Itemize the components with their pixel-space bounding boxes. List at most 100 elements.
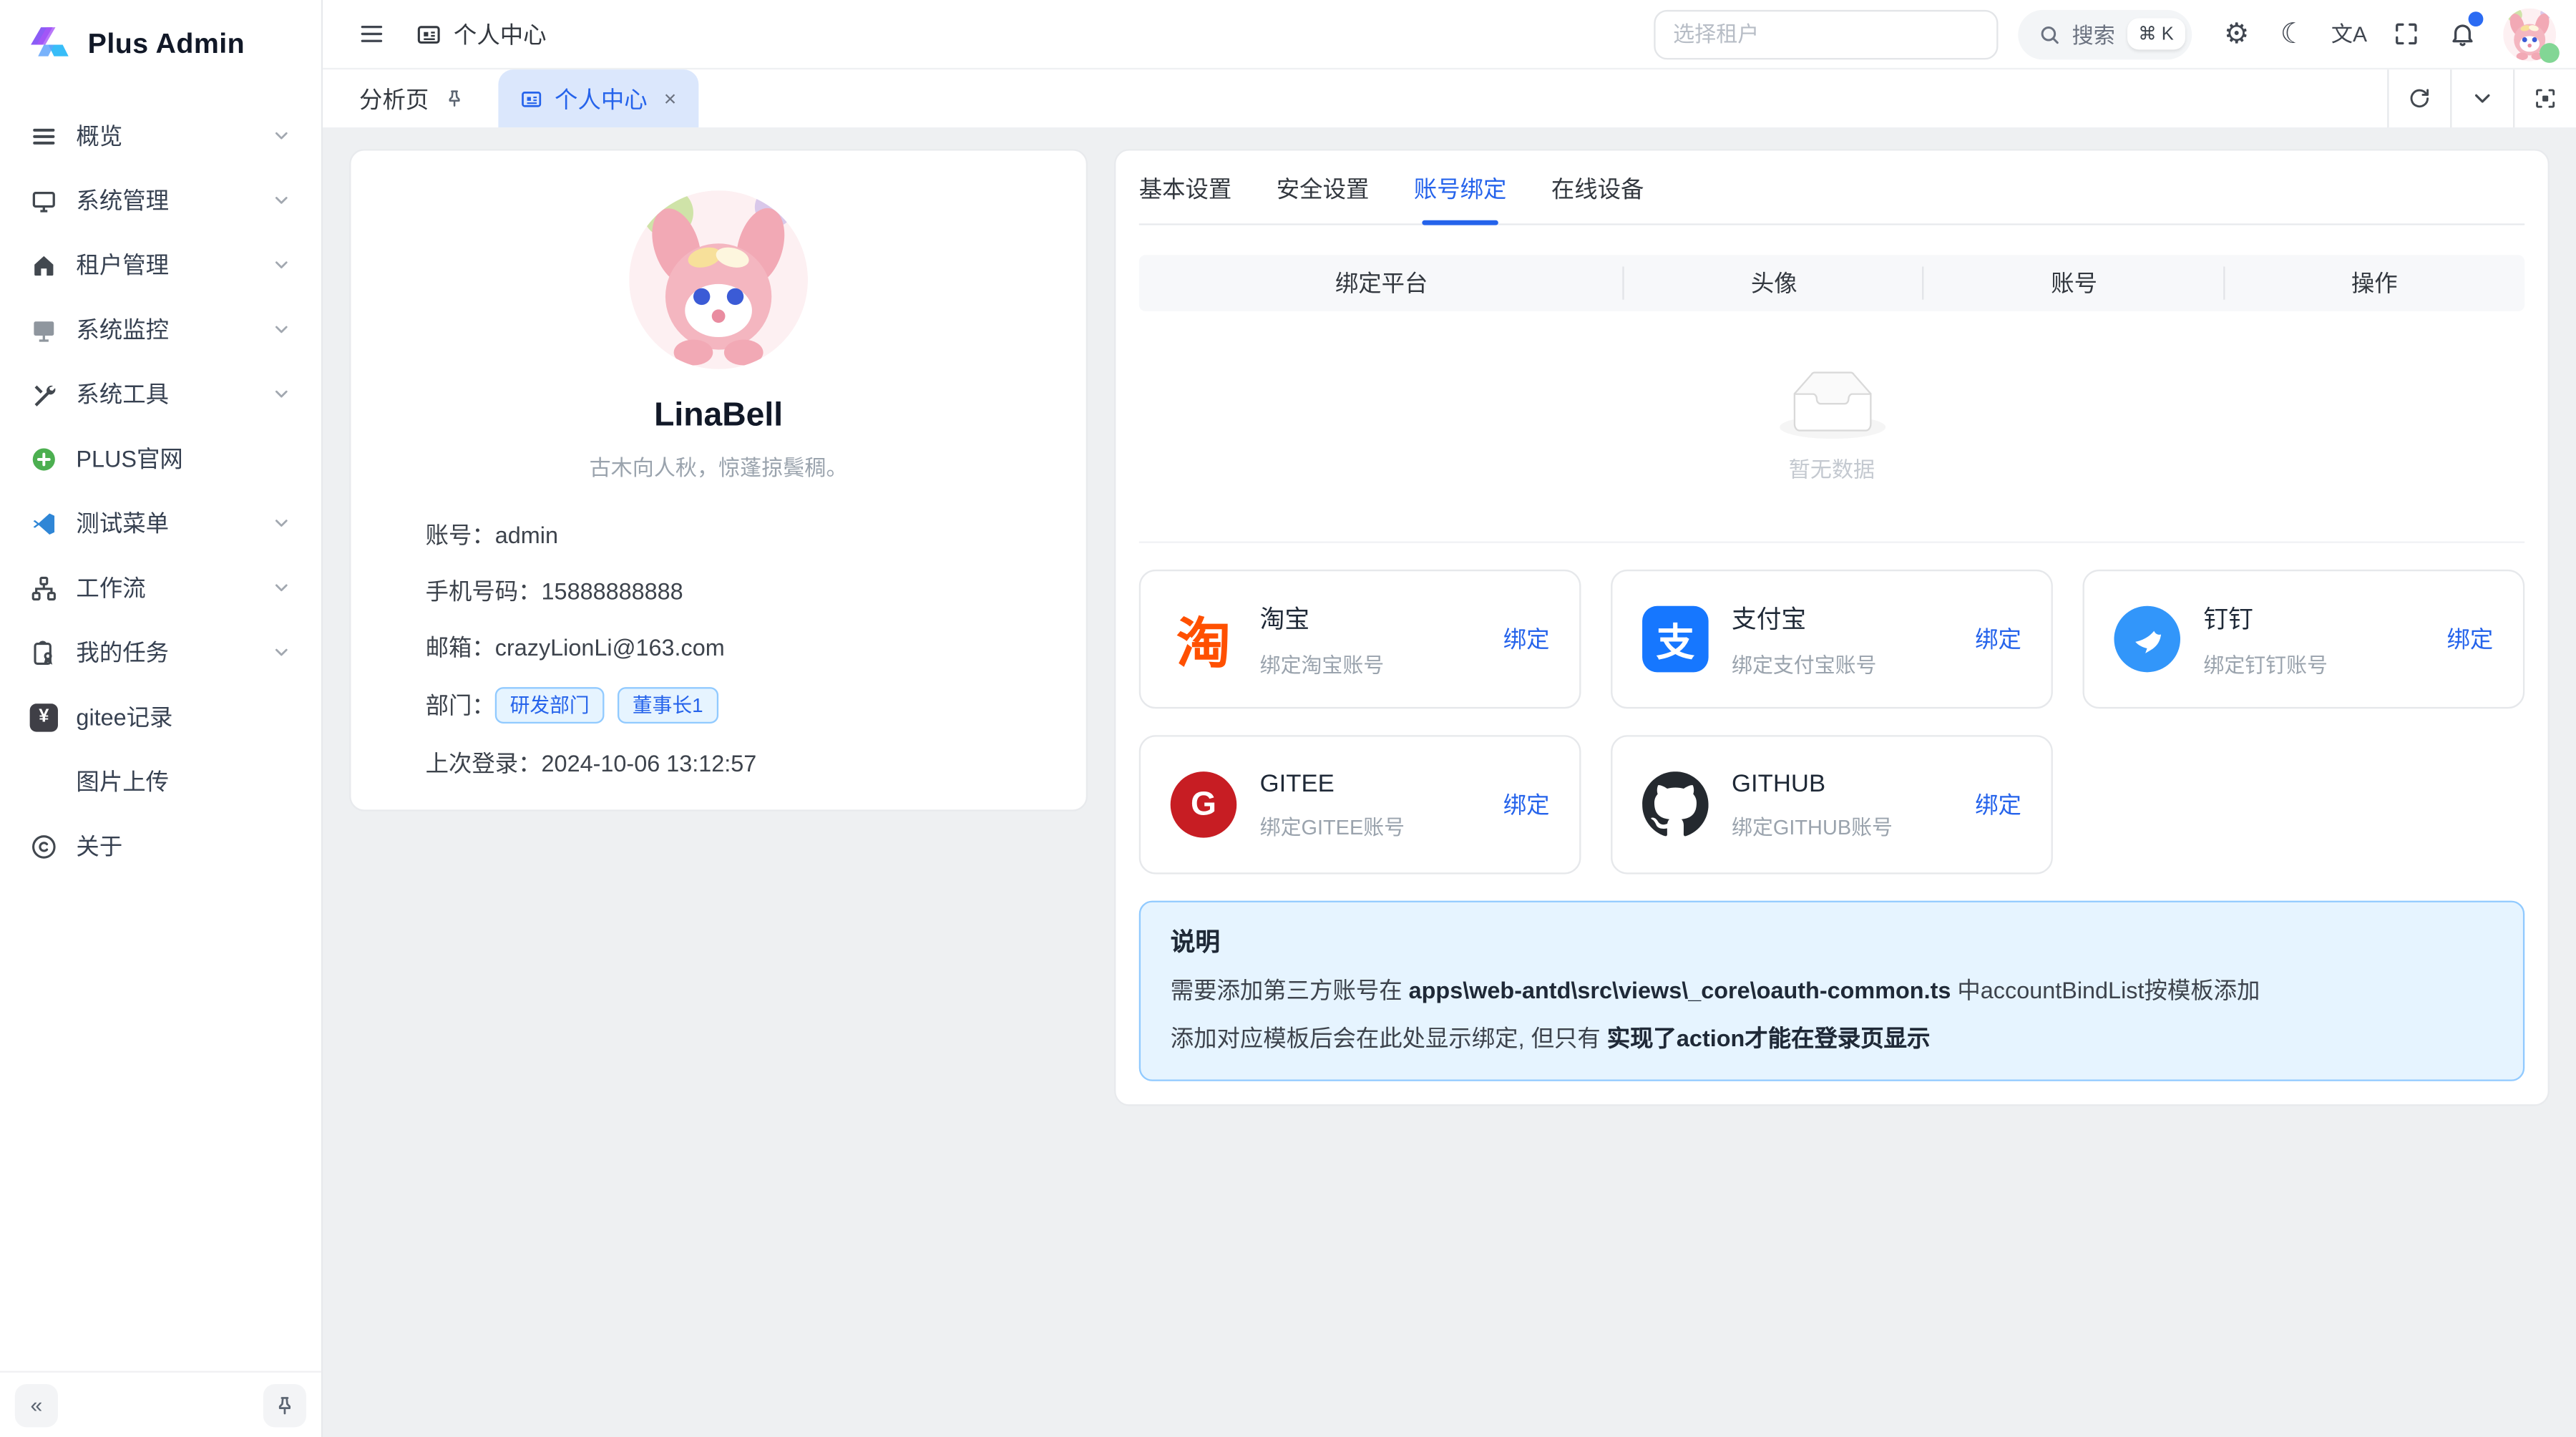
sidebar-item-label: 关于 xyxy=(76,829,122,862)
sidebar-item-about[interactable]: 关于 xyxy=(14,817,308,876)
note-title: 说明 xyxy=(1171,924,2494,959)
sidebar-toggle-button[interactable] xyxy=(346,9,396,59)
global-search[interactable]: 搜索 ⌘ K xyxy=(2017,9,2192,59)
menu-item-spacer xyxy=(30,767,58,795)
close-icon[interactable]: × xyxy=(664,88,677,109)
bind-link[interactable]: 绑定 xyxy=(1975,788,2021,821)
refresh-button[interactable] xyxy=(2387,69,2450,127)
field-value: 15888888888 xyxy=(542,575,683,608)
provider-desc: 绑定支付宝账号 xyxy=(1732,646,1975,678)
translate-icon: 文A xyxy=(2331,23,2367,44)
sidebar-item-label: 租户管理 xyxy=(76,248,169,281)
tabbar: 分析页 个人中心 × xyxy=(323,69,2576,127)
user-avatar[interactable] xyxy=(2493,7,2556,60)
sidebar-item-label: gitee记录 xyxy=(76,701,172,734)
sidebar-item-system-tools[interactable]: 系统工具 xyxy=(14,364,308,424)
tenant-select-input[interactable] xyxy=(1653,9,1997,59)
sidebar-item-gitee-record[interactable]: ¥ gitee记录 xyxy=(14,687,308,746)
topbar-right: 搜索 ⌘ K ⚙ ☾ 文A xyxy=(1653,7,2556,60)
monitor-icon xyxy=(30,186,58,214)
tab-account-binding[interactable]: 账号绑定 xyxy=(1414,172,1507,224)
provider-meta: GITEE 绑定GITEE账号 xyxy=(1260,769,1503,840)
sidebar-item-system-management[interactable]: 系统管理 xyxy=(14,170,308,230)
tab-security-settings[interactable]: 安全设置 xyxy=(1277,172,1370,224)
chevron-down-icon xyxy=(271,320,291,340)
plus-circle-icon xyxy=(30,444,58,472)
bind-link[interactable]: 绑定 xyxy=(2447,623,2494,656)
provider-desc: 绑定GITEE账号 xyxy=(1260,809,1503,840)
avatar-image xyxy=(629,190,808,369)
sidebar-collapse-button[interactable]: « xyxy=(15,1383,58,1426)
chevron-down-icon xyxy=(271,513,291,533)
gitee-glyph: G xyxy=(1191,786,1216,824)
dept-tag: 研发部门 xyxy=(495,687,605,724)
bind-link[interactable]: 绑定 xyxy=(1503,623,1550,656)
app-window: Plus Admin 概览 系统管理 租户管理 xyxy=(0,0,2576,1437)
notifications-button[interactable] xyxy=(2437,9,2487,59)
tab-menu-button[interactable] xyxy=(2450,69,2513,127)
sidebar-item-label: 测试菜单 xyxy=(76,507,169,540)
provider-desc: 绑定淘宝账号 xyxy=(1260,646,1503,678)
provider-card-alipay: 支 支付宝 绑定支付宝账号 绑定 xyxy=(1611,570,2053,708)
note-bold-text: 实现了action才能在登录页显示 xyxy=(1607,1026,1931,1052)
chevron-down-icon xyxy=(2470,86,2495,111)
online-status-dot xyxy=(2540,42,2560,62)
tab-basic-settings[interactable]: 基本设置 xyxy=(1139,172,1232,224)
chevron-down-icon xyxy=(271,126,291,146)
search-icon xyxy=(2037,22,2060,45)
profile-account-row: 账号： admin xyxy=(426,518,1012,551)
sidebar-footer: « xyxy=(0,1371,321,1437)
tab-analysis[interactable]: 分析页 xyxy=(323,69,482,127)
tab-label: 个人中心 xyxy=(555,82,648,115)
sidebar-pin-button[interactable] xyxy=(263,1383,306,1426)
field-label: 上次登录： xyxy=(426,746,542,779)
field-value: crazyLionLi@163.com xyxy=(495,630,725,663)
gitee-logo-icon: G xyxy=(1171,771,1237,838)
clipboard-icon xyxy=(30,638,58,666)
sidebar-item-label: 图片上传 xyxy=(76,765,169,798)
fullscreen-button[interactable] xyxy=(2381,9,2430,59)
settings-button[interactable]: ⚙ xyxy=(2212,9,2261,59)
dept-tag: 董事长1 xyxy=(618,687,718,724)
sidebar-item-image-upload[interactable]: 图片上传 xyxy=(14,751,308,811)
plus-admin-logo-icon xyxy=(26,21,73,68)
search-label: 搜索 xyxy=(2072,18,2115,49)
sidebar-item-tenant-management[interactable]: 租户管理 xyxy=(14,235,308,295)
sidebar-item-my-tasks[interactable]: 我的任务 xyxy=(14,623,308,682)
column-header: 头像 xyxy=(1624,266,1923,299)
maximize-icon xyxy=(2533,86,2558,111)
display-icon xyxy=(30,316,58,344)
maximize-button[interactable] xyxy=(2513,69,2576,127)
sidebar-item-workflow[interactable]: 工作流 xyxy=(14,558,308,618)
app-name: Plus Admin xyxy=(88,28,245,61)
chevron-down-icon xyxy=(271,190,291,210)
sidebar-item-plus-website[interactable]: PLUS官网 xyxy=(14,429,308,488)
bind-link[interactable]: 绑定 xyxy=(1503,788,1550,821)
tab-personal-center[interactable]: 个人中心 × xyxy=(498,69,698,127)
sidebar-item-label: 我的任务 xyxy=(76,635,169,668)
sidebar-item-overview[interactable]: 概览 xyxy=(14,106,308,165)
profile-phone-row: 手机号码： 15888888888 xyxy=(426,575,1012,608)
provider-card-taobao: 淘 淘宝 绑定淘宝账号 绑定 xyxy=(1139,570,1581,708)
collapse-icon: « xyxy=(31,1393,43,1418)
sidebar-item-system-monitor[interactable]: 系统监控 xyxy=(14,300,308,359)
breadcrumb[interactable]: 个人中心 xyxy=(416,17,547,50)
field-value: admin xyxy=(495,518,558,551)
language-button[interactable]: 文A xyxy=(2324,9,2373,59)
search-shortcut-badge: ⌘ K xyxy=(2127,18,2185,49)
refresh-icon xyxy=(2407,86,2432,111)
field-label: 账号： xyxy=(426,518,495,551)
sidebar-item-test-menu[interactable]: 测试菜单 xyxy=(14,493,308,552)
alipay-glyph: 支 xyxy=(1657,611,1694,668)
chevron-down-icon xyxy=(271,578,291,598)
sidebar-item-label: 系统监控 xyxy=(76,313,169,346)
notification-badge xyxy=(2469,11,2484,26)
theme-toggle-button[interactable]: ☾ xyxy=(2268,9,2318,59)
bind-link[interactable]: 绑定 xyxy=(1975,623,2021,656)
provider-meta: 支付宝 绑定支付宝账号 xyxy=(1732,600,1975,678)
tools-icon xyxy=(30,380,58,408)
tab-online-devices[interactable]: 在线设备 xyxy=(1551,172,1644,224)
topbar: 个人中心 搜索 ⌘ K ⚙ ☾ 文A xyxy=(323,0,2576,69)
pin-icon[interactable] xyxy=(444,88,465,109)
field-label: 部门： xyxy=(426,688,495,721)
